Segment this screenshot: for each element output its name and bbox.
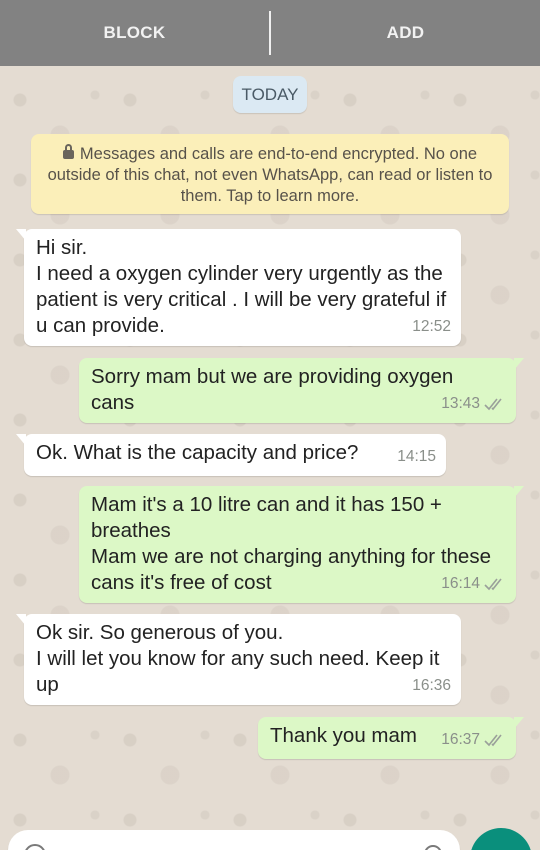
emoji-icon[interactable] (24, 844, 46, 850)
message-time: 16:36 (412, 677, 451, 694)
message-outgoing[interactable]: Sorry mam but we are providing oxygen ca… (79, 358, 524, 423)
message-text: Hi sir. I need a oxygen cylinder very ur… (36, 236, 447, 337)
message-time: 12:52 (412, 318, 451, 335)
message-text: Mam it's a 10 litre can and it has 150 +… (91, 493, 491, 594)
message-incoming[interactable]: Hi sir. I need a oxygen cylinder very ur… (16, 229, 461, 346)
message-time: 16:14 (441, 575, 480, 592)
message-time: 13:43 (441, 395, 480, 412)
message-text: Ok sir. So generous of you. I will let y… (36, 621, 440, 696)
message-time: 16:37 (441, 731, 480, 748)
double-check-icon (484, 733, 506, 747)
encryption-notice[interactable]: Messages and calls are end-to-end encryp… (31, 134, 509, 214)
encryption-notice-text: Messages and calls are end-to-end encryp… (47, 145, 493, 205)
message-outgoing[interactable]: Mam it's a 10 litre can and it has 150 +… (79, 486, 524, 603)
double-check-icon (484, 397, 506, 411)
message-text: Ok. What is the capacity and price? (36, 441, 359, 464)
message-time: 14:15 (397, 448, 436, 465)
message-incoming[interactable]: Ok sir. So generous of you. I will let y… (16, 614, 461, 705)
message-text: Sorry mam but we are providing oxygen ca… (91, 365, 454, 414)
message-incoming[interactable]: Ok. What is the capacity and price? 14:1… (16, 434, 446, 476)
add-contact-button[interactable]: ADD (271, 0, 540, 66)
attach-icon[interactable] (424, 845, 442, 850)
message-outgoing[interactable]: Thank you mam 16:37 (258, 717, 524, 759)
double-check-icon (484, 577, 506, 591)
spam-action-bar: BLOCK ADD (0, 0, 540, 66)
lock-icon (62, 144, 74, 159)
message-input-bar[interactable] (8, 830, 460, 850)
date-separator: TODAY (233, 76, 307, 113)
block-button[interactable]: BLOCK (0, 0, 269, 66)
